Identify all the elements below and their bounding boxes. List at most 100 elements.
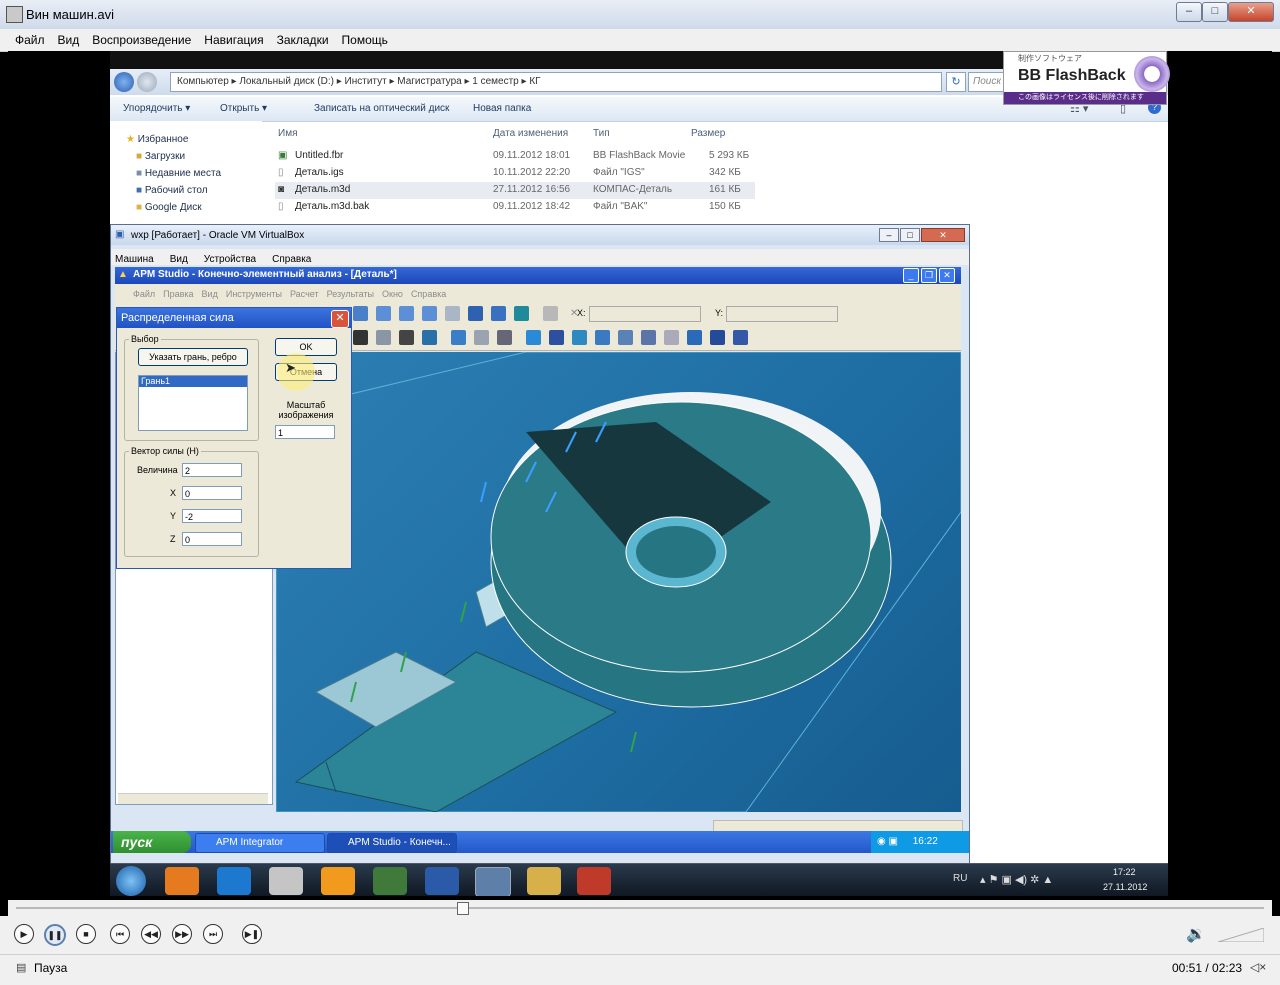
word-icon[interactable] bbox=[425, 867, 459, 895]
xp-task-apm-studio[interactable]: APM Studio - Конечн... bbox=[327, 833, 457, 853]
minimize-button[interactable]: – bbox=[1176, 2, 1202, 22]
fx-icon[interactable] bbox=[399, 330, 414, 345]
volume-slider[interactable] bbox=[1217, 927, 1265, 943]
back-icon[interactable] bbox=[114, 72, 134, 92]
view-icon[interactable] bbox=[422, 330, 437, 345]
vbox-close-button[interactable]: ✕ bbox=[921, 228, 965, 242]
menu-view[interactable]: Вид bbox=[58, 33, 80, 47]
pick-face-edge-button[interactable]: Указать грань, ребро bbox=[138, 348, 248, 366]
sidebar-item-recent[interactable]: ■ Недавние места bbox=[136, 168, 221, 179]
apm-close-button[interactable]: ✕ bbox=[939, 268, 955, 283]
avast-icon[interactable] bbox=[321, 867, 355, 895]
volume-icon[interactable]: 🔉 bbox=[1186, 924, 1206, 944]
force-icon[interactable] bbox=[572, 330, 587, 345]
menu-file[interactable]: Файл bbox=[15, 33, 45, 47]
apm-menu-tools[interactable]: Инструменты bbox=[226, 289, 282, 299]
tray-icons[interactable]: ▴ ⚑ ▣ ◀) ✲ ▲ bbox=[980, 873, 1053, 886]
previous-button[interactable]: ⏮ bbox=[110, 924, 130, 944]
frame-step-button[interactable]: ▶❚ bbox=[242, 924, 262, 944]
play-button[interactable]: ▶ bbox=[14, 924, 34, 944]
apm-menu-file[interactable]: Файл bbox=[133, 289, 155, 299]
mute-icon[interactable]: ◁× bbox=[1250, 960, 1266, 974]
apm-menu-edit[interactable]: Правка bbox=[163, 289, 193, 299]
select-icon[interactable] bbox=[514, 306, 529, 321]
grid-icon[interactable] bbox=[353, 330, 368, 345]
tree-scrollbar[interactable] bbox=[118, 793, 268, 804]
stop-button[interactable]: ■ bbox=[76, 924, 96, 944]
file-row[interactable]: ▯ Деталь.igs 10.11.2012 22:20 Файл "IGS"… bbox=[275, 165, 755, 182]
apm-menu-help[interactable]: Справка bbox=[411, 289, 446, 299]
menu-navigation[interactable]: Навигация bbox=[204, 33, 263, 47]
selection-list[interactable]: Грань1 bbox=[138, 375, 248, 431]
sidebar-item-google-drive[interactable]: ■ Google Диск bbox=[136, 202, 202, 213]
section-icon[interactable] bbox=[474, 330, 489, 345]
close-button[interactable]: ✕ bbox=[1228, 2, 1274, 22]
magnitude-input[interactable]: 2 bbox=[182, 463, 242, 477]
ie-icon[interactable] bbox=[217, 867, 251, 895]
explorer-icon[interactable] bbox=[527, 867, 561, 895]
z-input[interactable]: 0 bbox=[182, 532, 242, 546]
vbox-menu-devices[interactable]: Устройства bbox=[204, 254, 256, 265]
next-button[interactable]: ⏭ bbox=[203, 924, 223, 944]
distributed-load-icon[interactable] bbox=[549, 330, 564, 345]
3d-viewport[interactable] bbox=[276, 352, 961, 812]
x-input[interactable]: 0 bbox=[182, 486, 242, 500]
menu-help[interactable]: Помощь bbox=[342, 33, 388, 47]
col-date[interactable]: Дата изменения bbox=[493, 128, 568, 139]
rotate-icon[interactable] bbox=[491, 306, 506, 321]
file-row[interactable]: ▣ Untitled.fbr 09.11.2012 18:01 BB Flash… bbox=[275, 148, 755, 165]
maximize-button[interactable]: □ bbox=[1202, 2, 1228, 22]
vbox-menu-view[interactable]: Вид bbox=[170, 254, 188, 265]
solid-icon[interactable] bbox=[451, 330, 466, 345]
apm-menu-results[interactable]: Результаты bbox=[327, 289, 374, 299]
file-row[interactable]: ◙ Деталь.m3d 27.11.2012 16:56 КОМПАС-Дет… bbox=[275, 182, 755, 199]
dialog-close-button[interactable]: ✕ bbox=[331, 310, 349, 328]
search-input[interactable]: Поиск bbox=[968, 72, 1006, 92]
organize-button[interactable]: Упорядочить ▾ bbox=[123, 103, 190, 114]
y-coord-field[interactable] bbox=[726, 306, 838, 322]
y-input[interactable]: -2 bbox=[182, 509, 242, 523]
calc-icon[interactable] bbox=[687, 330, 702, 345]
flashback-recorder-icon[interactable] bbox=[577, 867, 611, 895]
x-coord-field[interactable] bbox=[589, 306, 701, 322]
zoom-out-icon[interactable] bbox=[422, 306, 437, 321]
favorites-header[interactable]: ★ Избранное bbox=[126, 134, 188, 145]
material-icon[interactable] bbox=[664, 330, 679, 345]
measure-icon[interactable] bbox=[543, 306, 558, 321]
pressure-icon[interactable] bbox=[618, 330, 633, 345]
win7-start-orb[interactable] bbox=[116, 866, 146, 896]
zoom-prev-icon[interactable] bbox=[445, 306, 460, 321]
moment-icon[interactable] bbox=[595, 330, 610, 345]
menu-playback[interactable]: Воспроизведение bbox=[92, 33, 191, 47]
xp-task-apm-integrator[interactable]: APM Integrator bbox=[195, 833, 325, 853]
col-size[interactable]: Размер bbox=[691, 128, 725, 139]
vbox-minimize-button[interactable]: – bbox=[879, 228, 899, 242]
apm-restore-button[interactable]: ❐ bbox=[921, 268, 937, 283]
file-row[interactable]: ▯ Деталь.m3d.bak 09.11.2012 18:42 Файл "… bbox=[275, 199, 755, 216]
open-button[interactable]: Открыть ▾ bbox=[220, 103, 267, 114]
col-type[interactable]: Тип bbox=[593, 128, 610, 139]
col-name[interactable]: Имя bbox=[278, 128, 297, 139]
vbox-maximize-button[interactable]: □ bbox=[900, 228, 920, 242]
apm-menu-window[interactable]: Окно bbox=[382, 289, 403, 299]
breadcrumb[interactable]: Компьютер ▸ Локальный диск (D:) ▸ Инстит… bbox=[170, 72, 942, 92]
language-indicator[interactable]: RU bbox=[953, 873, 967, 884]
axes-icon[interactable] bbox=[733, 330, 748, 345]
sun-icon[interactable] bbox=[526, 330, 541, 345]
sidebar-item-desktop[interactable]: ■ Рабочий стол bbox=[136, 185, 208, 196]
refresh-icon[interactable]: ↻ bbox=[946, 72, 966, 92]
pan-icon[interactable] bbox=[353, 306, 368, 321]
new-folder-button[interactable]: Новая папка bbox=[473, 103, 531, 114]
forward-icon[interactable] bbox=[137, 72, 157, 92]
forward-button[interactable]: ▶▶ bbox=[172, 924, 192, 944]
virtualbox-taskbar-icon[interactable] bbox=[475, 867, 511, 896]
scale-input[interactable]: 1 bbox=[275, 425, 335, 439]
menu-bookmarks[interactable]: Закладки bbox=[277, 33, 329, 47]
rewind-button[interactable]: ◀◀ bbox=[141, 924, 161, 944]
copy-icon[interactable] bbox=[497, 330, 512, 345]
zoom-window-icon[interactable] bbox=[399, 306, 414, 321]
sidebar-item-downloads[interactable]: ■ Загрузки bbox=[136, 151, 185, 162]
seek-thumb[interactable] bbox=[456, 902, 469, 915]
burn-button[interactable]: Записать на оптический диск bbox=[314, 103, 449, 114]
support-icon[interactable] bbox=[641, 330, 656, 345]
